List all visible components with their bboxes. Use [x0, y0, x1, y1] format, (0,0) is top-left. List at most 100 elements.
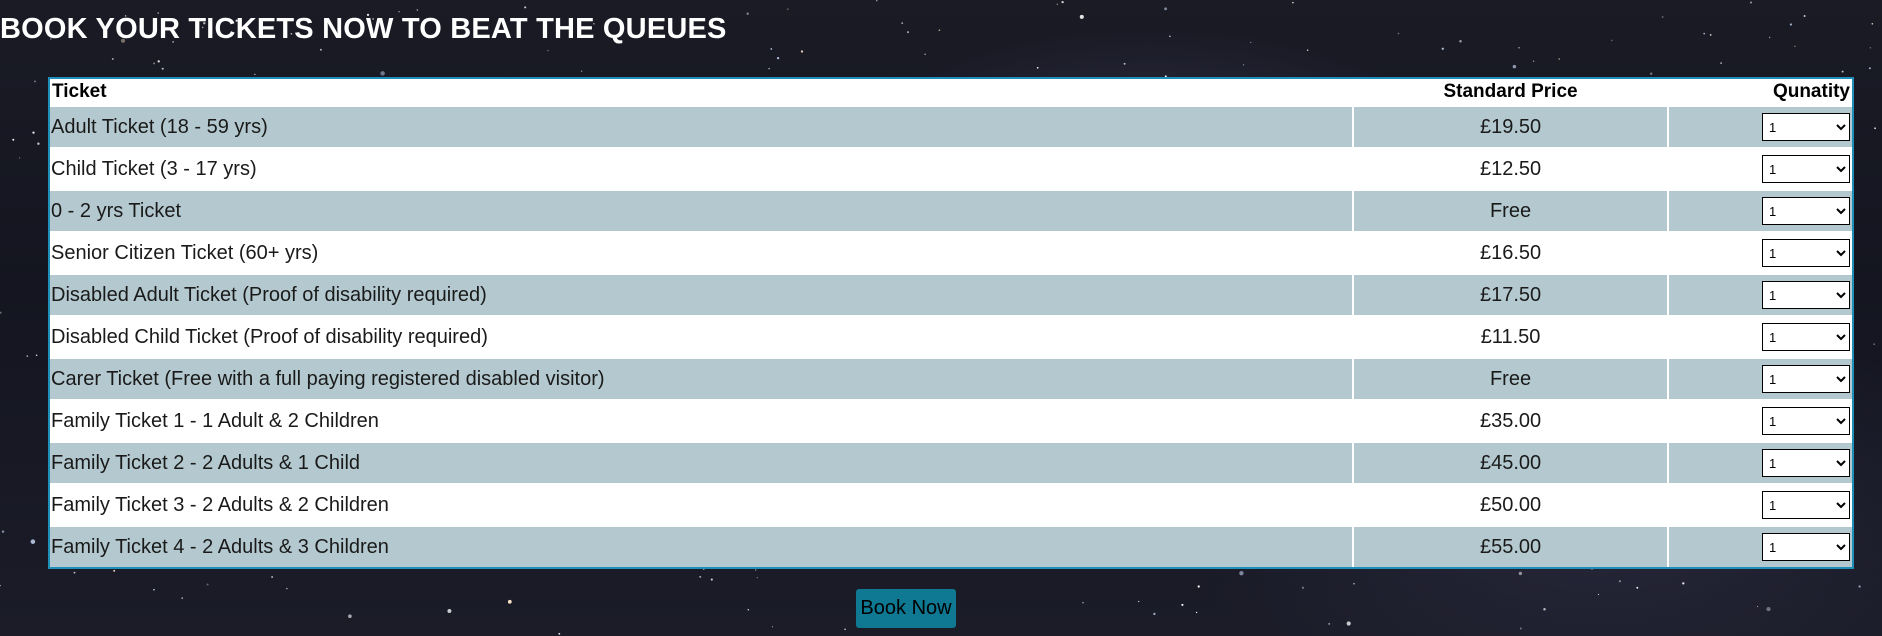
ticket-price: £19.50	[1353, 107, 1668, 147]
star	[1239, 571, 1244, 576]
star	[1169, 35, 1171, 37]
quantity-select[interactable]: 1	[1762, 239, 1850, 267]
quantity-select[interactable]: 1	[1762, 197, 1850, 225]
table-row: Disabled Child Ticket (Proof of disabili…	[50, 317, 1852, 357]
quantity-select[interactable]: 1	[1762, 113, 1850, 141]
star	[1518, 47, 1520, 49]
star	[800, 50, 804, 53]
star	[1061, 0, 1064, 4]
star	[1768, 36, 1771, 39]
star	[32, 131, 35, 134]
star	[1056, 3, 1058, 5]
quantity-select[interactable]: 1	[1762, 155, 1850, 183]
ticket-name: Adult Ticket (18 - 59 yrs)	[50, 107, 1352, 147]
star	[447, 609, 452, 613]
quantity-select[interactable]: 1	[1762, 533, 1850, 561]
star	[1301, 586, 1305, 589]
star	[1868, 67, 1871, 70]
star	[901, 22, 904, 24]
star	[1873, 343, 1876, 346]
star	[747, 609, 750, 611]
star	[1195, 611, 1198, 614]
star	[1597, 593, 1600, 596]
ticket-name: Family Ticket 4 - 2 Adults & 3 Children	[50, 527, 1352, 567]
star	[1756, 605, 1759, 608]
quantity-select[interactable]: 1	[1762, 323, 1850, 351]
star	[73, 571, 76, 574]
star	[35, 354, 38, 357]
star	[876, 0, 878, 2]
quantity-select[interactable]: 1	[1762, 407, 1850, 435]
star	[286, 587, 288, 590]
star	[1869, 47, 1872, 49]
star	[1328, 622, 1331, 625]
quantity-cell: 1	[1669, 359, 1852, 399]
star	[111, 58, 114, 60]
table-row: Disabled Adult Ticket (Proof of disabili…	[50, 275, 1852, 315]
star	[1441, 47, 1444, 50]
star	[1611, 39, 1613, 42]
star	[1636, 586, 1639, 589]
star	[1650, 72, 1653, 75]
star	[1397, 32, 1400, 35]
ticket-price: £11.50	[1353, 317, 1668, 357]
star	[1292, 1, 1294, 4]
star	[1558, 58, 1561, 60]
star	[1036, 66, 1039, 69]
star	[1459, 39, 1462, 43]
star	[416, 9, 419, 11]
ticket-price: £17.50	[1353, 275, 1668, 315]
quantity-select[interactable]: 1	[1762, 281, 1850, 309]
quantity-cell: 1	[1669, 443, 1852, 483]
quantity-select[interactable]: 1	[1762, 491, 1850, 519]
star	[34, 80, 36, 83]
star	[161, 67, 164, 70]
star	[153, 588, 155, 591]
ticket-price: £55.00	[1353, 527, 1668, 567]
star	[1543, 607, 1546, 611]
ticket-price: £16.50	[1353, 233, 1668, 273]
star	[1181, 603, 1184, 606]
star	[1079, 14, 1084, 19]
star	[26, 355, 29, 358]
quantity-cell: 1	[1669, 107, 1852, 147]
star	[1841, 70, 1844, 73]
quantity-cell: 1	[1669, 527, 1852, 567]
quantity-cell: 1	[1669, 275, 1852, 315]
star	[924, 53, 926, 55]
star	[1709, 34, 1712, 36]
ticket-price: Free	[1353, 191, 1668, 231]
table-row: Adult Ticket (18 - 59 yrs) £19.50 1	[50, 107, 1852, 147]
star	[348, 614, 352, 619]
star	[524, 6, 527, 9]
table-row: 0 - 2 yrs Ticket Free 1	[50, 191, 1852, 231]
quantity-select[interactable]: 1	[1762, 365, 1850, 393]
star	[113, 569, 116, 572]
table-row: Family Ticket 2 - 2 Adults & 1 Child £45.…	[50, 443, 1852, 483]
quantity-cell: 1	[1669, 485, 1852, 525]
star	[37, 142, 40, 145]
star	[181, 597, 184, 599]
star	[30, 539, 36, 544]
star	[1618, 580, 1622, 583]
star	[1661, 16, 1664, 18]
book-now-button[interactable]: Book Now	[856, 589, 956, 628]
star	[1803, 15, 1806, 17]
table-row: Family Ticket 1 - 1 Adult & 2 Children £3…	[50, 401, 1852, 441]
star	[1794, 45, 1796, 47]
table-row: Family Ticket 4 - 2 Adults & 3 Children £…	[50, 527, 1852, 567]
star	[581, 70, 583, 72]
star	[938, 29, 941, 32]
quantity-cell: 1	[1669, 191, 1852, 231]
star	[1306, 49, 1309, 51]
star	[770, 48, 773, 50]
tickets-table: Ticket Standard Price Qunatity Adult Tic…	[48, 77, 1854, 569]
star	[776, 56, 780, 60]
quantity-select[interactable]: 1	[1762, 449, 1850, 477]
ticket-name: Disabled Adult Ticket (Proof of disabili…	[50, 275, 1352, 315]
star	[754, 569, 757, 571]
table-row: Carer Ticket (Free with a full paying re…	[50, 359, 1852, 399]
star	[1519, 627, 1522, 630]
star	[1138, 600, 1140, 603]
tickets-table-container: Ticket Standard Price Qunatity Adult Tic…	[48, 77, 1854, 569]
